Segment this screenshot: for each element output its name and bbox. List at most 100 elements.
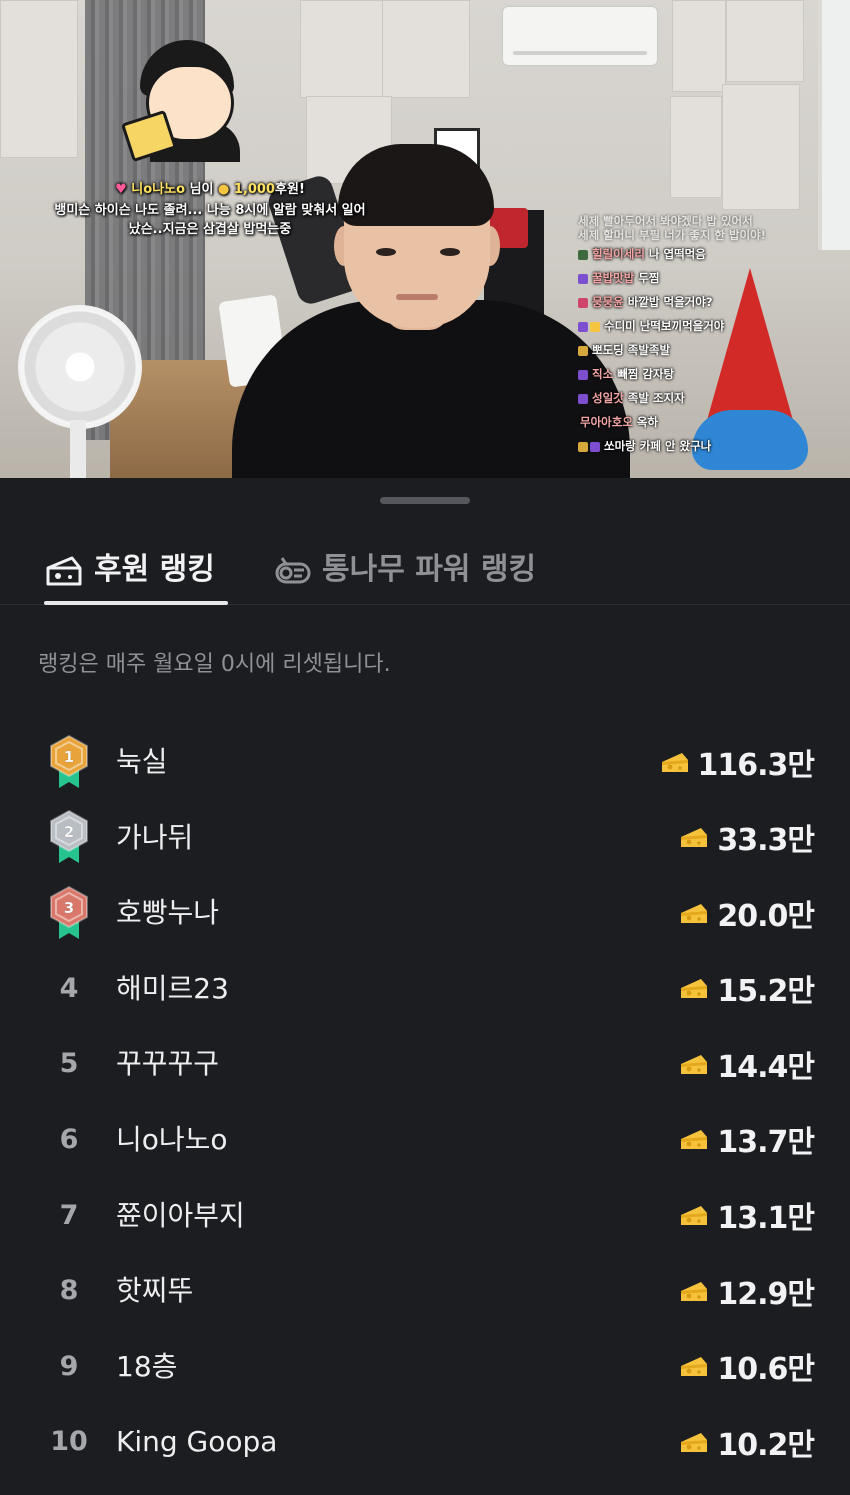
- donation-total: 10.6만: [679, 1329, 815, 1404]
- chat-text: 나 엽떡먹음: [648, 247, 706, 261]
- gold-medal-icon: 1: [40, 724, 98, 799]
- donation-total: 20.0만: [679, 875, 815, 950]
- wall-panel: [670, 96, 722, 198]
- chat-message: 직소 빼찜 감자탕: [578, 362, 818, 386]
- ranking-row[interactable]: 5 꾸꾸꾸구 14.4만: [0, 1026, 850, 1102]
- ranking-row[interactable]: 8 핫찌뚜 12.9만: [0, 1253, 850, 1329]
- stream-video[interactable]: ♥ 니o나노o 님이 ● 1,000후원! 뱅미슨 하이슨 나도 졸려... 나…: [0, 0, 850, 478]
- ranking-row[interactable]: 9 18층 10.6만: [0, 1329, 850, 1405]
- svg-text:1: 1: [64, 748, 74, 766]
- rank-number: 10: [50, 1426, 88, 1458]
- chat-nick: 무아아호오: [580, 415, 633, 429]
- heart-badge-icon: [578, 297, 588, 308]
- ranking-row[interactable]: 3 호빵누나 20.0만: [0, 875, 850, 951]
- donation-total: 33.3만: [679, 800, 815, 875]
- tab-donation-ranking[interactable]: 후원 랭킹: [44, 548, 228, 605]
- chat-nick: 뭉뭉윤: [592, 295, 624, 309]
- donor-name: 해미르23: [116, 971, 229, 1005]
- chat-text: 난떡보끼먹을거야: [639, 319, 725, 333]
- ranking-row[interactable]: 4 해미르23 15.2만: [0, 951, 850, 1027]
- chat-message: 꿀밥맛밥 두찜: [578, 266, 818, 290]
- wall-panel: [382, 0, 470, 98]
- streamer-eye: [376, 248, 396, 256]
- wall-panel: [726, 0, 804, 82]
- amount-value: 15.2만: [717, 974, 815, 1010]
- chat-message: 무아아호오 옥하: [578, 410, 818, 434]
- donor-nickname: 니o나노o: [131, 182, 186, 197]
- donation-total: 15.2만: [679, 951, 815, 1026]
- cheese-icon: [681, 979, 708, 999]
- amount-value: 10.6만: [717, 1352, 815, 1388]
- amount-value: 13.7만: [717, 1125, 815, 1161]
- chat-text: 바깥밥 먹을거야?: [627, 295, 713, 309]
- tab-label: 통나무 파워 랭킹: [322, 552, 537, 587]
- donation-action: 후원!: [275, 182, 305, 197]
- donation-total: 12.9만: [679, 1253, 815, 1328]
- chat-faded-line: 세제 할머니 부필 너가 좋지 한 밥이야!: [578, 228, 766, 242]
- heart-badge-icon: [578, 321, 588, 332]
- cheese-icon: [681, 1054, 708, 1074]
- donor-name: 꾸꾸꾸구: [116, 1047, 220, 1081]
- chat-text: 두찜: [638, 271, 660, 285]
- rank-number: 5: [59, 1048, 79, 1080]
- cheese-icon: ●: [218, 182, 230, 197]
- chat-text: 빼찜 감자탕: [617, 367, 675, 381]
- ranking-tabs: 후원 랭킹 통나무 파워 랭킹: [0, 534, 850, 605]
- heart-badge-icon: [590, 441, 600, 452]
- chat-message: 성일갓 족발 조지자: [578, 386, 818, 410]
- bronze-medal-icon: 3: [40, 875, 98, 950]
- ranking-row[interactable]: 7 쮼이아부지 13.1만: [0, 1178, 850, 1254]
- chat-text: 옥하: [636, 415, 659, 429]
- wall-panel: [0, 0, 78, 158]
- donation-total: 10.2만: [679, 1404, 815, 1479]
- donation-alert: ♥ 니o나노o 님이 ● 1,000후원! 뱅미슨 하이슨 나도 졸려... 나…: [0, 178, 420, 239]
- streamer-mouth: [396, 294, 438, 300]
- rank-number: 8: [59, 1275, 79, 1307]
- air-conditioner: [502, 6, 658, 66]
- chat-message: 뭉뭉윤 바깥밥 먹을거야?: [578, 290, 818, 314]
- ranking-row[interactable]: 1 눅실 116.3만: [0, 724, 850, 800]
- donor-name: 니o나노o: [116, 1122, 228, 1156]
- fan-stand: [70, 420, 86, 478]
- cheese-icon: [681, 1357, 708, 1377]
- tab-log-power-ranking[interactable]: 통나무 파워 랭킹: [272, 548, 536, 604]
- svg-text:3: 3: [64, 899, 74, 917]
- ranking-list: 1 눅실 116.3만 2 가나뒤 33.3만 3 호빵누나 20.0만 4 해미르23 15.2만 5…: [0, 724, 850, 1480]
- cheese-badge-icon: [590, 321, 600, 332]
- cheese-icon: [46, 556, 82, 586]
- donor-name: 18층: [116, 1349, 178, 1383]
- rank-number: 9: [59, 1350, 79, 1382]
- chat-nick: 수디미: [604, 319, 636, 333]
- donation-headline: ♥ 니o나노o 님이 ● 1,000후원!: [0, 178, 420, 197]
- ranking-row[interactable]: 6 니o나노o 13.7만: [0, 1102, 850, 1178]
- ranking-row[interactable]: 10 King Goopa 10.2만: [0, 1404, 850, 1480]
- heart-badge-icon: [578, 369, 588, 380]
- streamer-eye: [440, 248, 460, 256]
- donation-total: 116.3만: [660, 724, 815, 799]
- rank-number: 6: [59, 1123, 79, 1155]
- chat-nick: 뽀도딩: [592, 343, 624, 357]
- chat-message: 뽀도딩 족발족발: [578, 338, 818, 362]
- cheese-icon: [681, 1432, 708, 1452]
- sheet-drag-handle[interactable]: [380, 497, 470, 504]
- silver-medal-icon: 2: [40, 800, 98, 875]
- donor-name: King Goopa: [116, 1425, 278, 1459]
- wall-panel: [672, 0, 726, 92]
- chat-faded-line: 세제 빨아두어서 봐야겠다 밥 있어서: [578, 214, 753, 228]
- chat-text: 족발족발: [627, 343, 671, 357]
- chat-message: 쏘마랑 카페 안 왔구나: [578, 434, 818, 458]
- chat-nick: 직소: [592, 367, 614, 381]
- amount-value: 33.3만: [717, 823, 815, 859]
- chat-text: 족발 조지자: [627, 391, 685, 405]
- wall-panel: [722, 84, 800, 210]
- donation-amount: 1,000: [233, 182, 276, 197]
- ranking-row[interactable]: 2 가나뒤 33.3만: [0, 800, 850, 876]
- rank-number: 4: [59, 972, 79, 1004]
- reset-notice: 랭킹은 매주 월요일 0시에 리셋됩니다.: [38, 652, 391, 677]
- donor-name: 가나뒤: [116, 820, 194, 854]
- log-icon: [275, 557, 311, 584]
- chat-nick: 꿀밥맛밥: [592, 271, 635, 285]
- donor-name: 핫찌뚜: [116, 1274, 194, 1308]
- chat-nick: 성일갓: [592, 391, 624, 405]
- heart-badge-icon: [578, 273, 588, 284]
